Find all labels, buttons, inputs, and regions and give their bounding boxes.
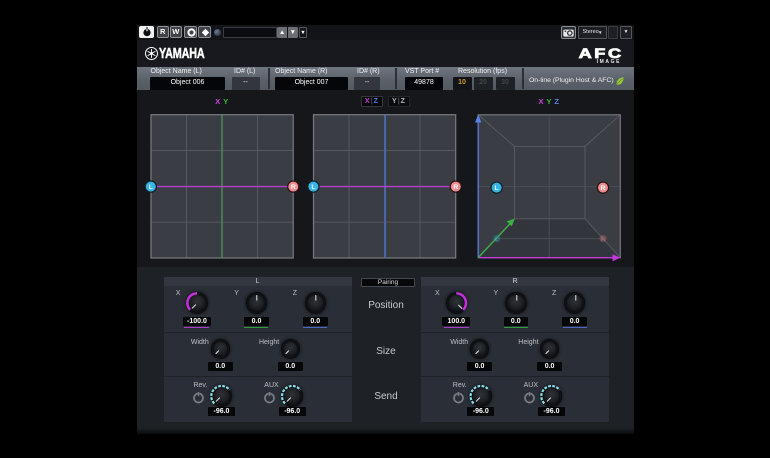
svg-text:R: R [291,184,296,191]
svg-text:L: L [149,184,153,191]
svg-text:R: R [453,184,458,191]
svg-text:R: R [601,237,605,243]
svg-text:L: L [495,185,499,192]
svg-text:R: R [601,185,606,192]
svg-text:L: L [311,184,315,191]
